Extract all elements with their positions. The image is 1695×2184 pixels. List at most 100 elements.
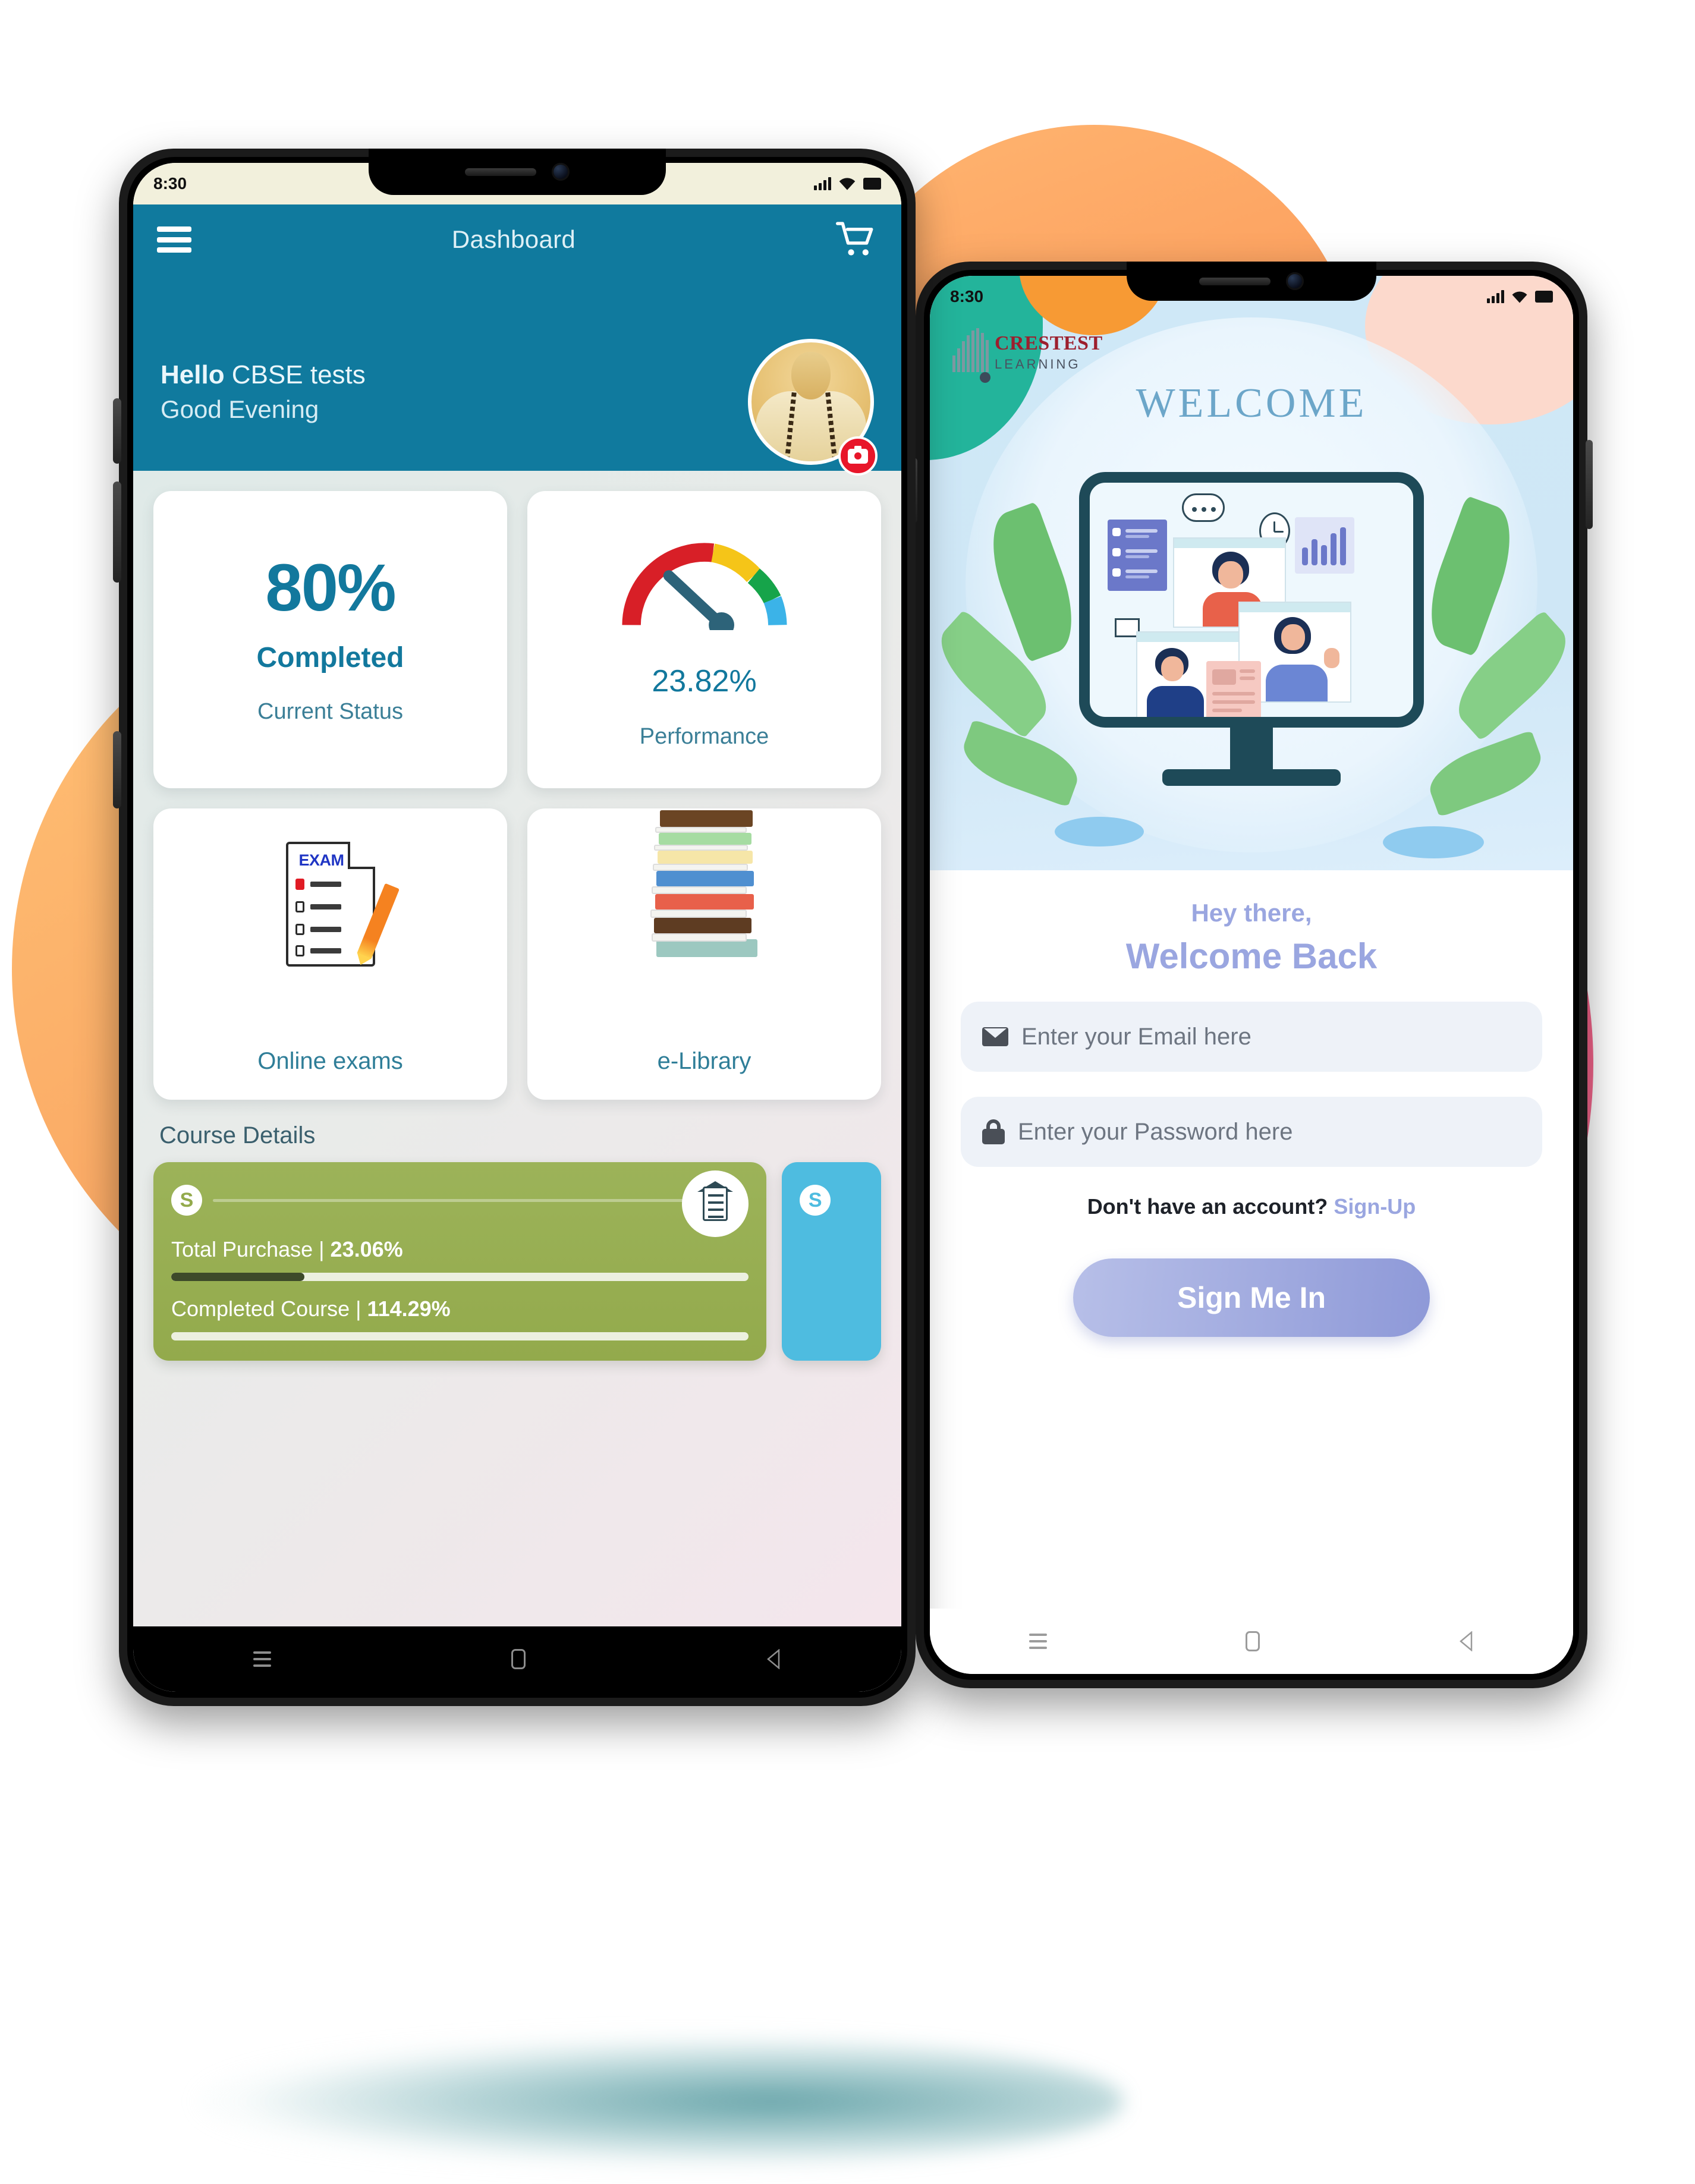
checklist-card [1108,520,1167,591]
completed-course-value: 114.29% [367,1296,451,1321]
greeting-hero: Hello CBSE tests Good Evening [133,275,901,476]
password-placeholder: Enter your Password here [1018,1118,1293,1145]
greeting-welcome-back: Welcome Back [1125,936,1378,976]
performance-gauge [618,535,791,638]
front-camera [552,163,570,181]
shopping-cart-icon[interactable] [835,220,878,259]
front-camera [1286,272,1304,290]
current-status-card[interactable]: 80% Completed Current Status [153,491,507,788]
status-time: 8:30 [153,174,187,193]
course-card[interactable]: S Total Purchase | 23.06% Completed Cour… [153,1162,767,1361]
greeting-hey: Hey there, [1191,899,1312,927]
book-stack-icon [648,810,761,961]
power-button[interactable] [113,731,121,808]
email-placeholder: Enter your Email here [1021,1023,1251,1050]
mail-icon [982,1027,1008,1046]
pencil-icon [356,883,400,960]
completed-course-label: Completed Course [171,1296,350,1321]
lock-icon [982,1119,1005,1144]
course-badge: S [171,1185,202,1216]
app-bar: Dashboard [133,204,901,275]
video-conference-illustration [1079,472,1424,786]
volume-down-button[interactable] [113,482,121,583]
e-library-label: e-Library [657,1048,751,1074]
password-field[interactable]: Enter your Password here [961,1097,1542,1167]
earpiece-speaker [465,168,536,176]
recents-icon[interactable] [1029,1634,1047,1649]
signup-link[interactable]: Sign-Up [1334,1194,1416,1219]
decor-ellipse [1383,826,1484,858]
bar-chart-icon [1295,517,1354,574]
online-exams-label: Online exams [257,1048,403,1074]
hamburger-menu-icon[interactable] [157,226,191,253]
e-library-tile[interactable]: e-Library [527,808,881,1100]
monitor-neck [1230,728,1273,769]
signal-bars-icon [814,177,831,190]
dashboard-body: 80% Completed Current Status 23.82% Perf… [133,471,901,1626]
home-icon[interactable] [1246,1631,1260,1651]
signup-prompt-text: Don't have an account? [1087,1194,1328,1219]
row-separator: | [319,1237,325,1261]
online-exams-tile[interactable]: EXAM Online exams [153,808,507,1100]
recents-icon[interactable] [253,1651,271,1667]
signal-bars-icon [1487,290,1504,303]
power-button[interactable] [1586,440,1593,529]
course-badge: S [800,1185,831,1216]
brand-bars-icon [952,328,990,383]
wifi-icon [839,178,856,190]
email-field[interactable]: Enter your Email here [961,1002,1542,1072]
brand-logo: CRESTEST LEARNING [952,328,1103,383]
back-icon[interactable] [766,1649,781,1669]
monitor-base [1162,769,1341,786]
exam-word: EXAM [298,851,345,869]
row-separator: | [356,1296,361,1321]
greeting-block: Hello CBSE tests Good Evening [161,358,366,426]
status-time: 8:30 [950,287,984,306]
wifi-icon [1512,291,1527,303]
battery-icon [863,178,881,190]
completion-label: Completed [256,642,404,674]
brand-name-secondary: LEARNING [995,357,1081,372]
greeting-timeofday: Good Evening [161,395,319,423]
exam-paper-icon: EXAM [285,842,400,967]
document-card [1206,661,1261,717]
greeting-line: Hello CBSE tests [161,358,366,393]
greeting-username: CBSE tests [224,360,366,389]
camera-badge-icon[interactable] [838,436,878,476]
back-icon[interactable] [1458,1631,1474,1651]
course-cards-carousel[interactable]: S Total Purchase | 23.06% Completed Cour… [153,1162,881,1361]
greeting-hello: Hello [161,360,225,389]
back-triangle [1460,1631,1473,1651]
notch [369,149,666,195]
volume-up-button[interactable] [113,398,121,464]
performance-value: 23.82% [652,663,757,698]
gauge-dial [621,543,787,638]
course-details-heading: Course Details [159,1122,316,1148]
total-purchase-progress [171,1273,749,1281]
sign-in-button[interactable]: Sign Me In [1073,1258,1430,1337]
total-purchase-label: Total Purchase [171,1237,313,1261]
speech-bubble-icon [1182,493,1225,522]
mockup-canvas: CRESTEST LEARNING WELCOME Hey there, Wel… [0,0,1695,2184]
decor-ellipse [1055,817,1144,846]
login-form: Hey there, Welcome Back Enter your Email… [930,870,1573,1674]
earpiece-speaker [1199,277,1271,285]
phone-login-screen: CRESTEST LEARNING WELCOME Hey there, Wel… [910,262,1593,1688]
welcome-wordmark: WELCOME [1136,380,1367,426]
monitor-screen [1079,472,1424,728]
current-status-caption: Current Status [257,699,403,724]
android-nav-bar [133,1626,901,1692]
battery-icon [1535,291,1553,303]
performance-card[interactable]: 23.82% Performance [527,491,881,788]
completion-percent: 80% [265,550,396,625]
home-icon[interactable] [511,1649,526,1669]
page-title: Dashboard [451,225,576,253]
metrics-grid: 80% Completed Current Status 23.82% Perf… [153,491,881,788]
back-triangle [767,1649,780,1669]
course-card-next[interactable]: S [782,1162,881,1361]
brand-dot-icon [980,372,990,383]
notch [1127,262,1376,301]
tiles-grid: EXAM Online exams e-Library [153,808,881,1100]
course-row-label: Total Purchase | 23.06% [171,1237,749,1262]
total-purchase-value: 23.06% [330,1237,403,1261]
